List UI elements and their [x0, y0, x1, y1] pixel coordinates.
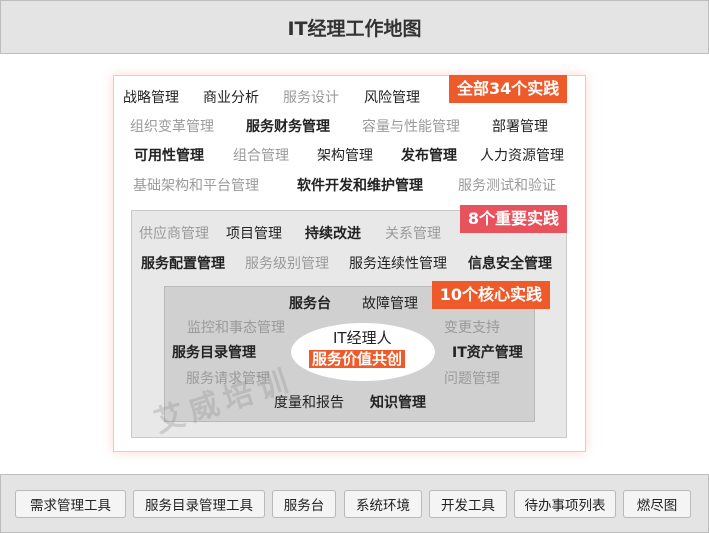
tool-dev-tools-button[interactable]: 开发工具: [429, 490, 507, 518]
practice-change-enablement: 变更支持: [444, 320, 500, 336]
practice-availability: 可用性管理: [134, 148, 204, 164]
practice-portfolio: 组合管理: [233, 148, 289, 164]
practice-service-finance: 服务财务管理: [246, 119, 330, 135]
practice-strategy: 战略管理: [123, 90, 179, 106]
practice-architecture: 架构管理: [317, 148, 373, 164]
center-highlight: 服务价值共创: [309, 350, 406, 368]
tool-system-environment-button[interactable]: 系统环境: [344, 490, 422, 518]
important-practices-tag: 8个重要实践: [459, 205, 567, 233]
practice-service-testing: 服务测试和验证: [458, 178, 556, 194]
work-map: 全部34个实践 战略管理 商业分析 服务设计 风险管理 组织变革管理 服务财务管…: [113, 75, 586, 452]
tool-demand-management-button[interactable]: 需求管理工具: [15, 490, 126, 518]
tool-burndown-button[interactable]: 燃尽图: [623, 490, 691, 518]
practice-service-config: 服务配置管理: [141, 256, 225, 272]
tool-service-desk-button[interactable]: 服务台: [272, 490, 336, 518]
practice-release: 发布管理: [401, 148, 457, 164]
practice-continual-improvement: 持续改进: [305, 226, 361, 242]
tool-backlog-button[interactable]: 待办事项列表: [514, 490, 616, 518]
practice-service-request: 服务请求管理: [186, 371, 270, 387]
practice-incident: 故障管理: [362, 296, 418, 312]
practice-service-design: 服务设计: [283, 90, 339, 106]
practice-supplier: 供应商管理: [139, 226, 209, 242]
practice-relationship: 关系管理: [385, 226, 441, 242]
practice-monitoring: 监控和事态管理: [187, 320, 285, 336]
practice-hr: 人力资源管理: [480, 148, 564, 164]
page-title: IT经理工作地图: [287, 17, 422, 40]
core-practices-tag: 10个核心实践: [431, 281, 550, 309]
practice-org-change: 组织变革管理: [130, 119, 214, 135]
practice-capacity: 容量与性能管理: [362, 119, 460, 135]
practice-risk: 风险管理: [364, 90, 420, 106]
practice-business-analysis: 商业分析: [203, 90, 259, 106]
practice-project: 项目管理: [226, 226, 282, 242]
practice-service-continuity: 服务连续性管理: [349, 256, 447, 272]
practice-software-dev: 软件开发和维护管理: [297, 178, 423, 194]
practice-deployment: 部署管理: [492, 119, 548, 135]
practice-service-level: 服务级别管理: [245, 256, 329, 272]
title-bar: IT经理工作地图: [0, 0, 709, 54]
practice-problem: 问题管理: [444, 371, 500, 387]
practice-service-catalogue: 服务目录管理: [172, 345, 256, 361]
tool-bar: 需求管理工具 服务目录管理工具 服务台 系统环境 开发工具 待办事项列表 燃尽图: [0, 474, 709, 533]
practice-info-security: 信息安全管理: [468, 256, 552, 272]
center-title: IT经理人: [333, 329, 392, 347]
practice-measurement: 度量和报告: [274, 395, 344, 411]
all-practices-tag: 全部34个实践: [449, 75, 568, 103]
practice-it-asset: IT资产管理: [452, 345, 523, 361]
practice-knowledge: 知识管理: [370, 395, 426, 411]
practice-infrastructure: 基础架构和平台管理: [133, 178, 259, 194]
practice-service-desk: 服务台: [289, 296, 331, 312]
tool-service-catalogue-button[interactable]: 服务目录管理工具: [133, 490, 265, 518]
